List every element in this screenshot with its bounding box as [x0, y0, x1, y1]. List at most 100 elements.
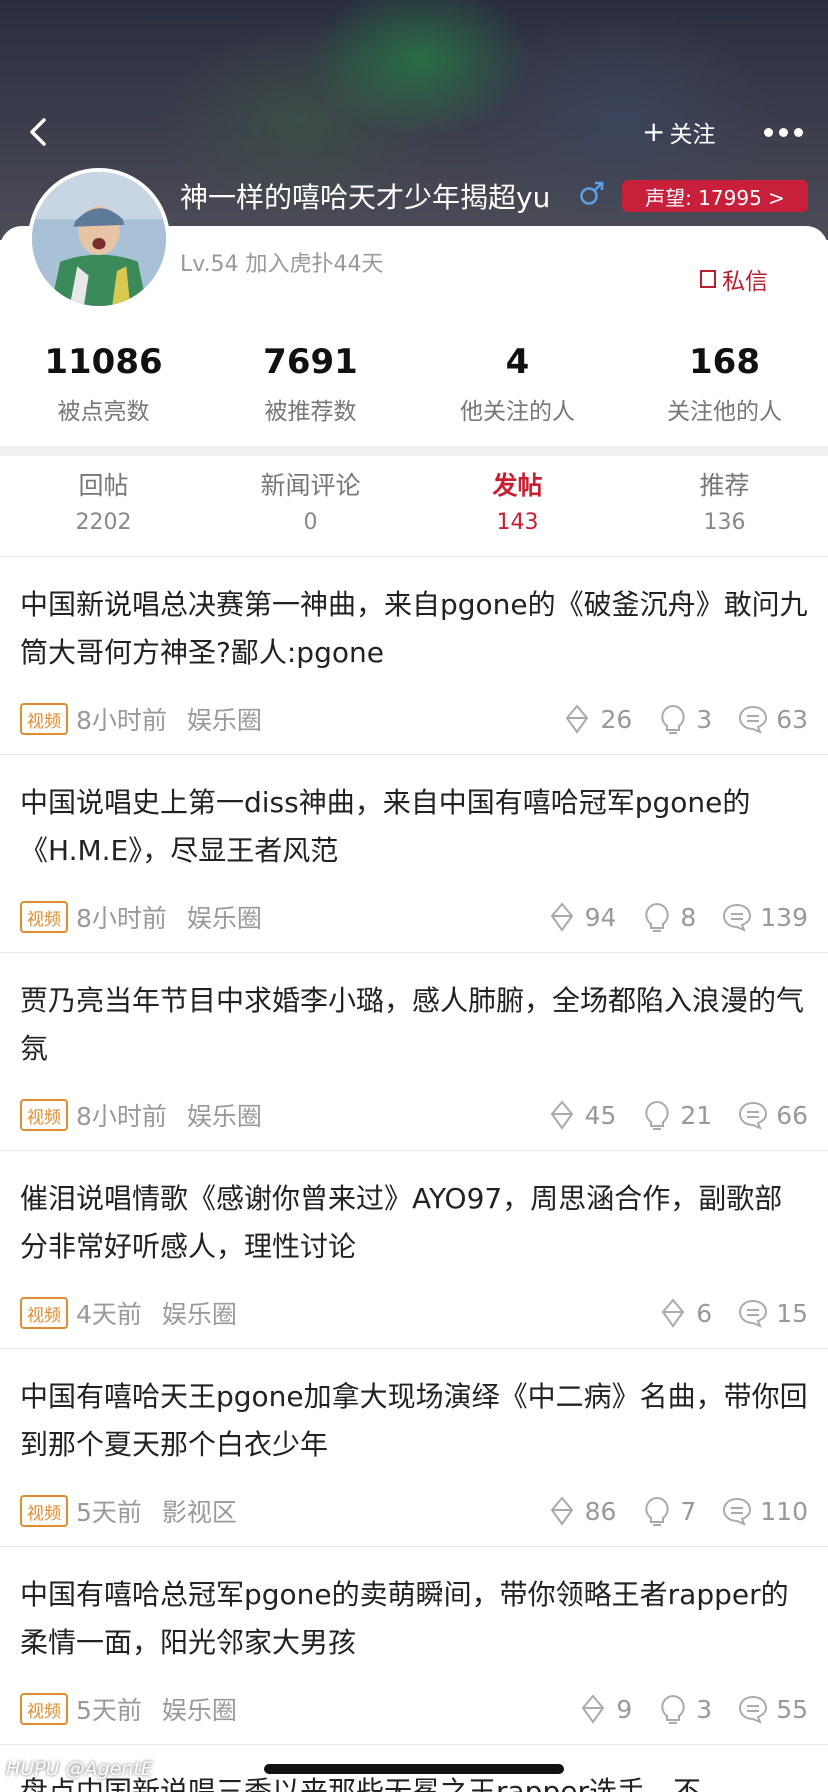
post-counts: 9 3 55	[578, 1691, 808, 1727]
post-title[interactable]: 催泪说唱情歌《感谢你曾来过》AYO97，周思涵合作，副歌部分非常好听感人，理性讨…	[20, 1175, 810, 1271]
light-bulb-icon	[645, 1100, 670, 1130]
stat-number: 7691	[263, 342, 358, 382]
reply-number: 15	[776, 1298, 808, 1328]
post-counts: 45 21 66	[547, 1097, 808, 1133]
reply-number: 63	[776, 704, 808, 734]
reply-count[interactable]: 55	[738, 1693, 808, 1725]
post-counts: 6 15	[658, 1295, 808, 1331]
stat-recommended[interactable]: 7691 被推荐数	[207, 340, 414, 440]
post-item[interactable]: 中国新说唱总决赛第一神曲，来自pgone的《破釜沉舟》敢问九筒大哥何方神圣?鄙人…	[0, 557, 828, 755]
stat-lit[interactable]: 11086 被点亮数	[0, 340, 207, 440]
reply-number: 66	[776, 1100, 808, 1130]
light-count[interactable]: 3	[658, 1693, 712, 1725]
tab-news-comments[interactable]: 新闻评论 0	[207, 466, 414, 556]
avatar-image	[32, 172, 166, 306]
stat-number: 11086	[44, 342, 163, 382]
post-title[interactable]: 贾乃亮当年节目中求婚李小璐，感人肺腑，全场都陷入浪漫的气氛	[20, 977, 810, 1073]
reply-bubble-icon	[739, 1299, 768, 1328]
stat-following[interactable]: 4 他关注的人	[414, 340, 621, 440]
video-tag: 视频	[20, 901, 68, 933]
reply-bubble-icon	[723, 1497, 752, 1526]
recommend-count[interactable]: 45	[547, 1099, 617, 1131]
recommend-number: 45	[584, 1100, 617, 1130]
more-menu-button[interactable]	[762, 118, 806, 146]
stat-followers[interactable]: 168 关注他的人	[621, 340, 828, 440]
recommend-icon	[550, 1100, 573, 1130]
post-meta: 视频 8小时前 娱乐圈	[20, 1097, 262, 1133]
reply-count[interactable]: 63	[738, 703, 808, 735]
post-title[interactable]: 中国新说唱总决赛第一神曲，来自pgone的《破釜沉舟》敢问九筒大哥何方神圣?鄙人…	[20, 581, 810, 677]
back-button[interactable]	[22, 112, 56, 152]
post-item[interactable]: 贾乃亮当年节目中求婚李小璐，感人肺腑，全场都陷入浪漫的气氛视频 8小时前 娱乐圈 45…	[0, 953, 828, 1151]
post-section[interactable]: 娱乐圈	[162, 1691, 237, 1727]
reply-bubble-icon	[723, 903, 752, 932]
light-count[interactable]: 21	[642, 1099, 712, 1131]
plus-icon: +	[642, 115, 666, 148]
reply-count[interactable]: 110	[722, 1495, 808, 1527]
post-meta: 视频 5天前 娱乐圈	[20, 1691, 237, 1727]
post-counts: 94 8 139	[547, 899, 808, 935]
tab-count: 2202	[75, 510, 132, 535]
post-section[interactable]: 娱乐圈	[187, 701, 262, 737]
recommend-count[interactable]: 26	[562, 703, 632, 735]
tab-label: 发帖	[492, 471, 543, 500]
reply-count[interactable]: 139	[722, 901, 808, 933]
post-item[interactable]: 中国有嘻哈天王pgone加拿大现场演绎《中二病》名曲，带你回到那个夏天那个白衣少…	[0, 1349, 828, 1547]
post-meta: 视频 5天前 影视区	[20, 1493, 237, 1529]
reply-number: 110	[760, 1496, 808, 1526]
recommend-number: 9	[616, 1694, 633, 1724]
light-count[interactable]: 3	[658, 703, 712, 735]
recommend-count[interactable]: 86	[547, 1495, 617, 1527]
recommend-number: 26	[600, 704, 633, 734]
post-counts: 86 7 110	[547, 1493, 808, 1529]
username: 神一样的嘻哈天才少年揭超yu	[180, 181, 551, 214]
post-item[interactable]: 中国有嘻哈总冠军pgone的卖萌瞬间，带你领略王者rapper的柔情一面，阳光邻…	[0, 1547, 828, 1745]
recommend-count[interactable]: 94	[547, 901, 616, 933]
light-count[interactable]: 8	[642, 901, 696, 933]
follow-button[interactable]: + 关注	[642, 114, 715, 150]
tab-replies[interactable]: 回帖 2202	[0, 466, 207, 556]
post-section[interactable]: 娱乐圈	[187, 899, 262, 935]
user-level: Lv.54 加入虎扑44天	[180, 252, 384, 277]
post-item[interactable]: 催泪说唱情歌《感谢你曾来过》AYO97，周思涵合作，副歌部分非常好听感人，理性讨…	[0, 1151, 828, 1349]
recommend-icon	[566, 704, 589, 734]
stat-label: 被点亮数	[57, 399, 150, 425]
tab-label: 新闻评论	[260, 471, 361, 500]
post-title[interactable]: 中国有嘻哈天王pgone加拿大现场演绎《中二病》名曲，带你回到那个夏天那个白衣少…	[20, 1373, 810, 1469]
light-number: 21	[680, 1100, 713, 1130]
video-tag: 视频	[20, 1495, 68, 1527]
home-indicator[interactable]	[264, 1764, 564, 1774]
reputation-badge[interactable]: 声望: 17995 >	[622, 180, 808, 212]
post-title[interactable]: 中国有嘻哈总冠军pgone的卖萌瞬间，带你领略王者rapper的柔情一面，阳光邻…	[20, 1571, 810, 1667]
watermark: HUPU @AgentE	[6, 1758, 153, 1780]
tab-count: 143	[496, 510, 539, 535]
post-title[interactable]: 中国说唱史上第一diss神曲，来自中国有嘻哈冠军pgone的《H.M.E》，尽显…	[20, 779, 810, 875]
tab-recommend[interactable]: 推荐 136	[621, 466, 828, 556]
post-item[interactable]: 中国说唱史上第一diss神曲，来自中国有嘻哈冠军pgone的《H.M.E》，尽显…	[0, 755, 828, 953]
reply-count[interactable]: 15	[738, 1297, 808, 1329]
recommend-number: 86	[584, 1496, 617, 1526]
light-bulb-icon	[645, 902, 670, 932]
content-tabs: 回帖 2202 新闻评论 0 发帖 143 推荐 136	[0, 466, 828, 556]
recommend-count[interactable]: 9	[578, 1693, 632, 1725]
post-section[interactable]: 娱乐圈	[187, 1097, 262, 1133]
post-section[interactable]: 娱乐圈	[162, 1295, 237, 1331]
recommend-number: 6	[696, 1298, 713, 1328]
avatar[interactable]	[28, 168, 170, 310]
post-meta: 视频 8小时前 娱乐圈	[20, 899, 262, 935]
tab-posts[interactable]: 发帖 143	[414, 466, 621, 556]
post-meta: 视频 4天前 娱乐圈	[20, 1295, 237, 1331]
private-message-button[interactable]: 私信	[700, 262, 768, 296]
stat-number: 4	[505, 342, 530, 382]
light-number: 8	[680, 902, 697, 932]
post-section[interactable]: 影视区	[162, 1493, 237, 1529]
post-meta: 视频 8小时前 娱乐圈	[20, 701, 262, 737]
recommend-count[interactable]: 6	[658, 1297, 712, 1329]
tab-count: 136	[703, 510, 746, 535]
light-count[interactable]: 7	[642, 1495, 696, 1527]
stats-row: 11086 被点亮数 7691 被推荐数 4 他关注的人 168 关注他的人	[0, 340, 828, 440]
reputation-label: 声望: 17995 >	[645, 185, 785, 210]
more-dots-icon	[764, 128, 773, 137]
stat-label: 关注他的人	[667, 399, 782, 425]
reply-count[interactable]: 66	[738, 1099, 808, 1131]
